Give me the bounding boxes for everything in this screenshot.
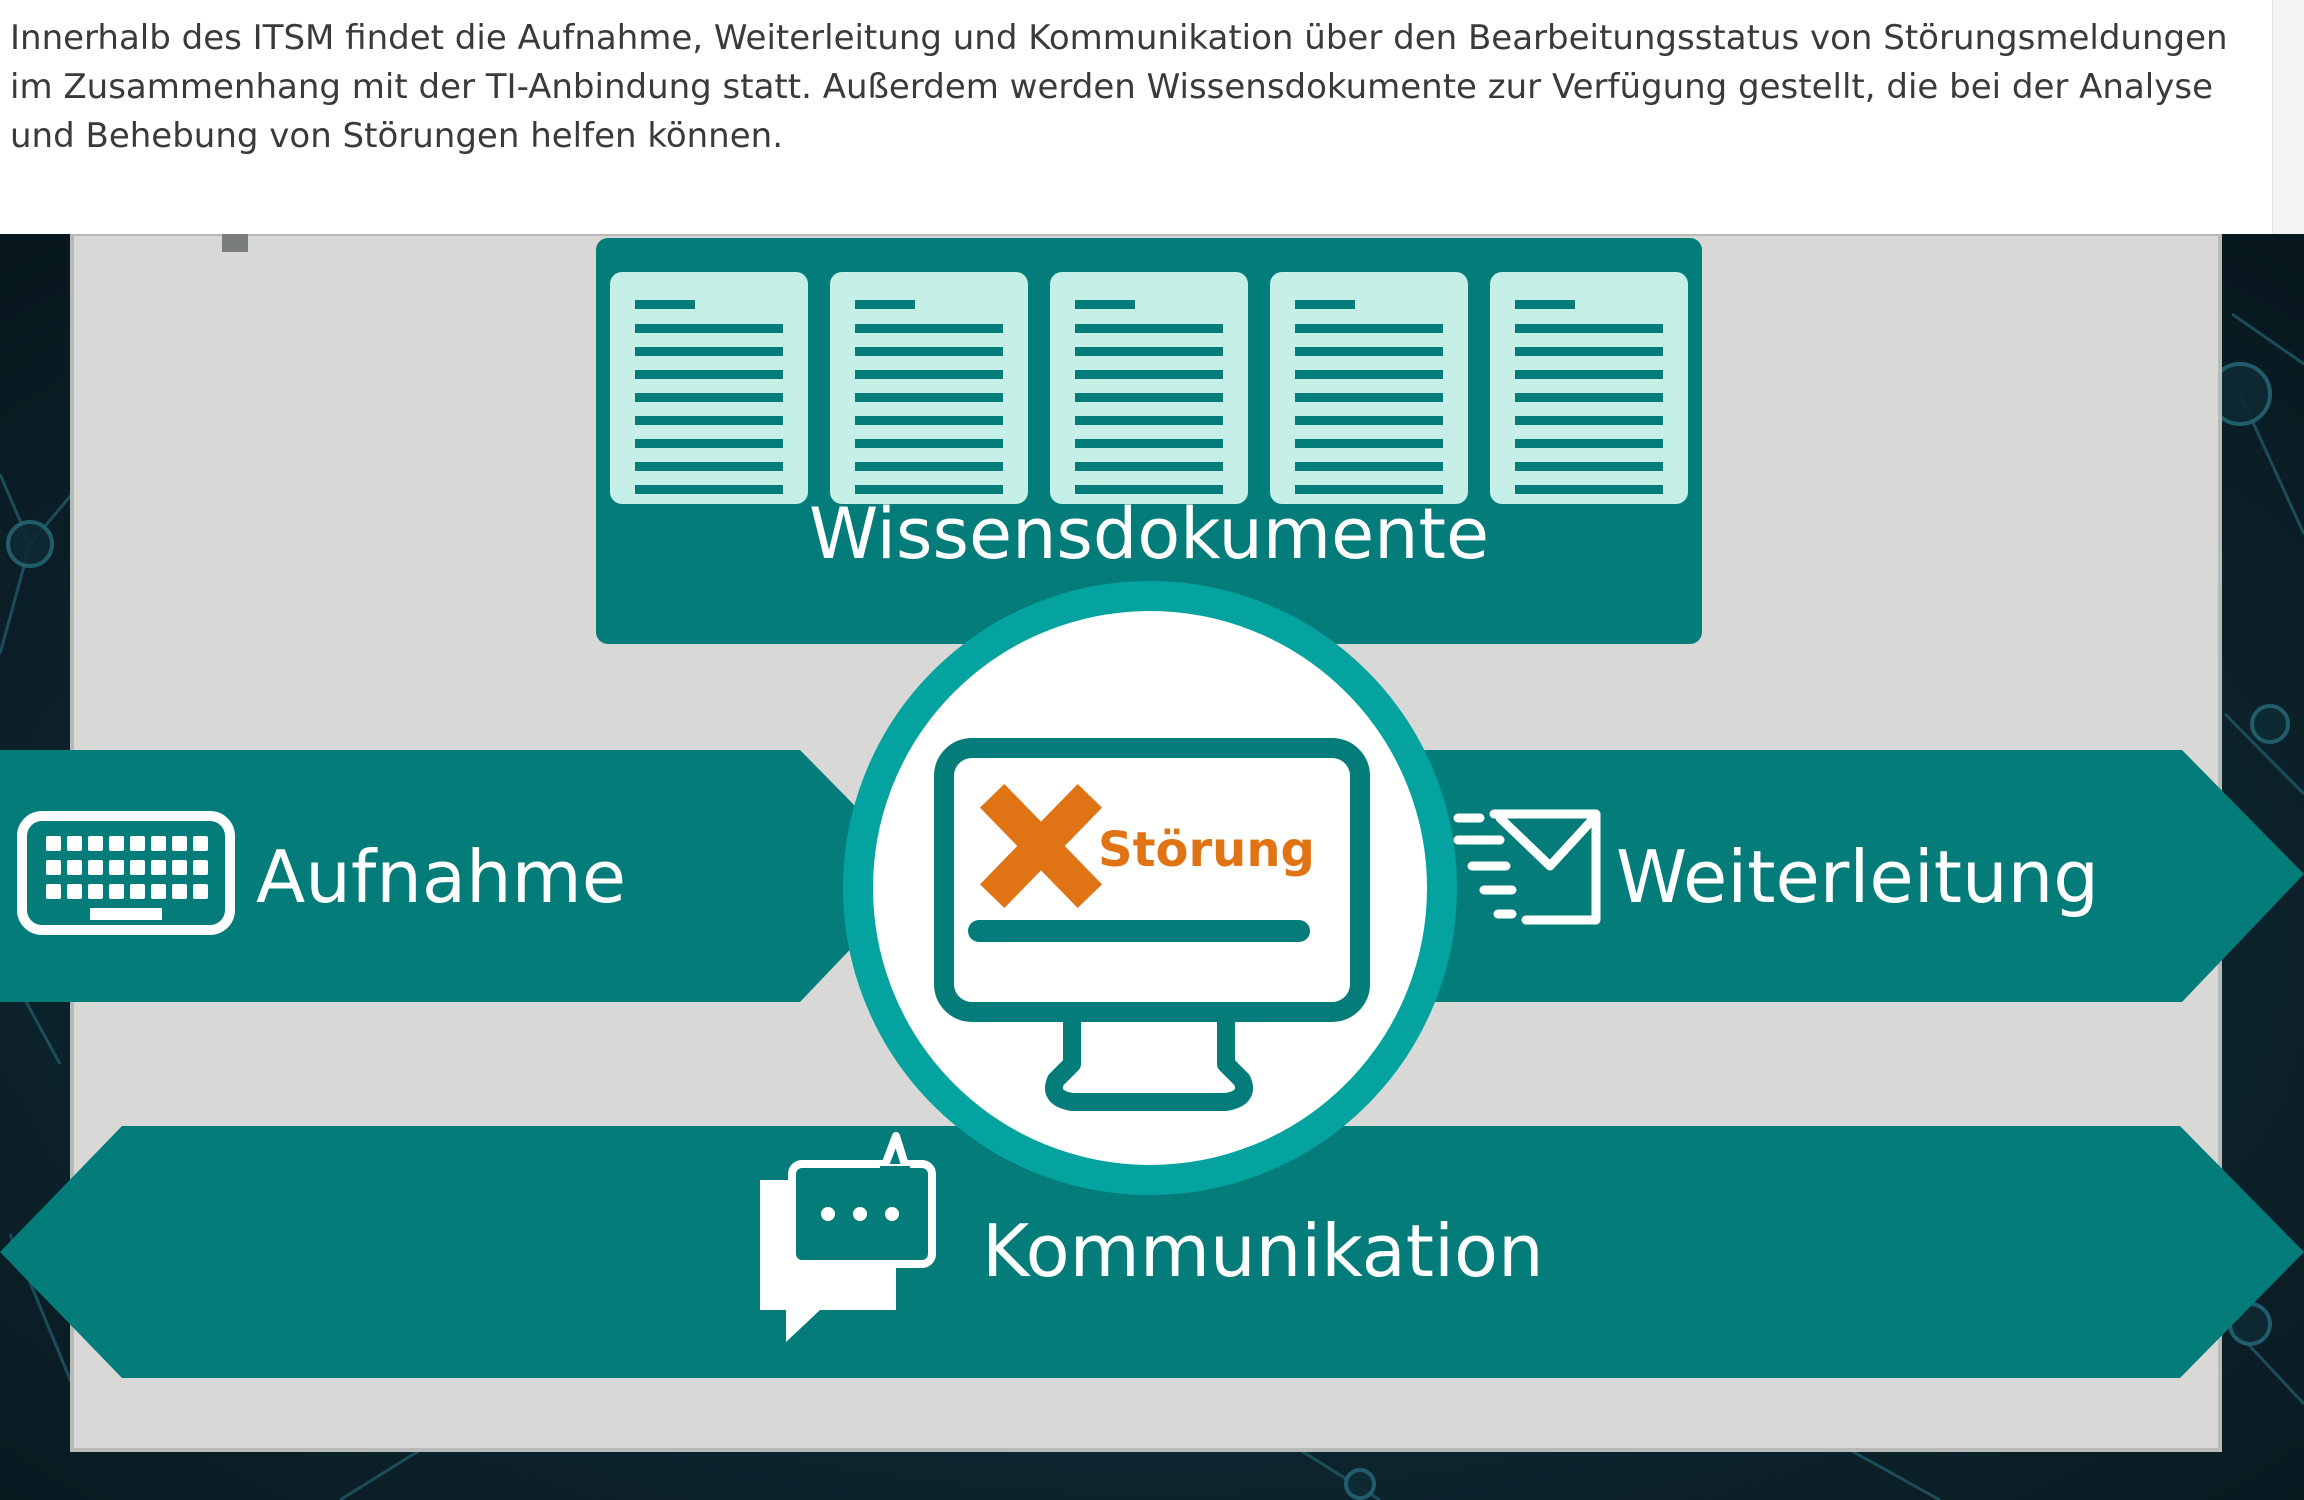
intro-panel: Innerhalb des ITSM findet die Aufnahme, … — [0, 0, 2272, 234]
aufnahme-arrow: Aufnahme — [0, 750, 922, 1002]
document-icon — [830, 272, 1028, 504]
scrollbar-edge[interactable] — [2272, 0, 2304, 234]
stoerung-label: Störung — [1098, 822, 1315, 878]
document-cards — [610, 272, 1688, 504]
gear-decoration — [222, 234, 248, 252]
document-icon — [610, 272, 808, 504]
aufnahme-label: Aufnahme — [256, 835, 626, 919]
document-icon — [1050, 272, 1248, 504]
stoerung-center: Störung — [843, 581, 1457, 1195]
document-icon — [1490, 272, 1688, 504]
weiterleitung-label: Weiterleitung — [1616, 835, 2099, 919]
document-icon — [1270, 272, 1468, 504]
itsm-diagram: Wissensdokumente Aufnahme Weiterleitung — [0, 234, 2304, 1500]
intro-paragraph: Innerhalb des ITSM findet die Aufnahme, … — [10, 18, 2228, 156]
kommunikation-label: Kommunikation — [982, 1209, 1544, 1293]
knowledge-documents-label: Wissensdokumente — [809, 493, 1489, 575]
weiterleitung-arrow: Weiterleitung — [1380, 750, 2304, 1002]
